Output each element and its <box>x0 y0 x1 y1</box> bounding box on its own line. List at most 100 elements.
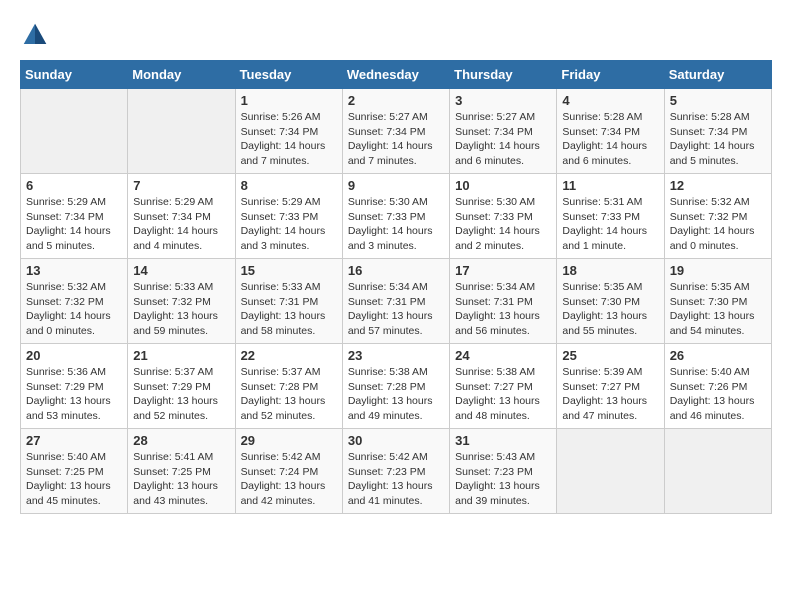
calendar-week-3: 13 Sunrise: 5:32 AM Sunset: 7:32 PM Dayli… <box>21 259 772 344</box>
table-row: 10 Sunrise: 5:30 AM Sunset: 7:33 PM Dayli… <box>450 174 557 259</box>
day-number: 18 <box>562 263 658 278</box>
day-content: Sunrise: 5:36 AM Sunset: 7:29 PM Dayligh… <box>26 365 122 424</box>
table-row: 13 Sunrise: 5:32 AM Sunset: 7:32 PM Dayli… <box>21 259 128 344</box>
page-header <box>20 20 772 50</box>
col-tuesday: Tuesday <box>235 61 342 89</box>
col-sunday: Sunday <box>21 61 128 89</box>
day-content: Sunrise: 5:39 AM Sunset: 7:27 PM Dayligh… <box>562 365 658 424</box>
day-number: 16 <box>348 263 444 278</box>
calendar-header: Sunday Monday Tuesday Wednesday Thursday… <box>21 61 772 89</box>
day-content: Sunrise: 5:32 AM Sunset: 7:32 PM Dayligh… <box>670 195 766 254</box>
day-number: 19 <box>670 263 766 278</box>
day-number: 29 <box>241 433 337 448</box>
day-number: 24 <box>455 348 551 363</box>
day-number: 25 <box>562 348 658 363</box>
col-thursday: Thursday <box>450 61 557 89</box>
table-row: 19 Sunrise: 5:35 AM Sunset: 7:30 PM Dayli… <box>664 259 771 344</box>
table-row <box>128 89 235 174</box>
table-row: 24 Sunrise: 5:38 AM Sunset: 7:27 PM Dayli… <box>450 344 557 429</box>
table-row: 11Sunrise: 5:31 AM Sunset: 7:33 PM Dayli… <box>557 174 664 259</box>
day-content: Sunrise: 5:38 AM Sunset: 7:27 PM Dayligh… <box>455 365 551 424</box>
calendar-week-2: 6 Sunrise: 5:29 AM Sunset: 7:34 PM Daylig… <box>21 174 772 259</box>
table-row: 30 Sunrise: 5:42 AM Sunset: 7:23 PM Dayli… <box>342 429 449 514</box>
day-content: Sunrise: 5:30 AM Sunset: 7:33 PM Dayligh… <box>348 195 444 254</box>
day-number: 22 <box>241 348 337 363</box>
day-content: Sunrise: 5:40 AM Sunset: 7:25 PM Dayligh… <box>26 450 122 509</box>
day-content: Sunrise: 5:32 AM Sunset: 7:32 PM Dayligh… <box>26 280 122 339</box>
calendar-week-1: 1 Sunrise: 5:26 AM Sunset: 7:34 PM Daylig… <box>21 89 772 174</box>
day-number: 15 <box>241 263 337 278</box>
day-content: Sunrise: 5:34 AM Sunset: 7:31 PM Dayligh… <box>348 280 444 339</box>
table-row: 3Sunrise: 5:27 AM Sunset: 7:34 PM Daylig… <box>450 89 557 174</box>
day-content: Sunrise: 5:43 AM Sunset: 7:23 PM Dayligh… <box>455 450 551 509</box>
day-content: Sunrise: 5:35 AM Sunset: 7:30 PM Dayligh… <box>670 280 766 339</box>
table-row: 21 Sunrise: 5:37 AM Sunset: 7:29 PM Dayli… <box>128 344 235 429</box>
day-content: Sunrise: 5:29 AM Sunset: 7:34 PM Dayligh… <box>26 195 122 254</box>
table-row: 28 Sunrise: 5:41 AM Sunset: 7:25 PM Dayli… <box>128 429 235 514</box>
day-number: 9 <box>348 178 444 193</box>
table-row: 15Sunrise: 5:33 AM Sunset: 7:31 PM Dayli… <box>235 259 342 344</box>
day-number: 27 <box>26 433 122 448</box>
table-row <box>557 429 664 514</box>
table-row: 4 Sunrise: 5:28 AM Sunset: 7:34 PM Daylig… <box>557 89 664 174</box>
day-content: Sunrise: 5:35 AM Sunset: 7:30 PM Dayligh… <box>562 280 658 339</box>
table-row: 26Sunrise: 5:40 AM Sunset: 7:26 PM Dayli… <box>664 344 771 429</box>
table-row: 12 Sunrise: 5:32 AM Sunset: 7:32 PM Dayli… <box>664 174 771 259</box>
day-content: Sunrise: 5:38 AM Sunset: 7:28 PM Dayligh… <box>348 365 444 424</box>
table-row: 23 Sunrise: 5:38 AM Sunset: 7:28 PM Dayli… <box>342 344 449 429</box>
day-content: Sunrise: 5:37 AM Sunset: 7:28 PM Dayligh… <box>241 365 337 424</box>
day-content: Sunrise: 5:41 AM Sunset: 7:25 PM Dayligh… <box>133 450 229 509</box>
calendar-week-5: 27 Sunrise: 5:40 AM Sunset: 7:25 PM Dayli… <box>21 429 772 514</box>
logo <box>20 20 56 50</box>
day-content: Sunrise: 5:34 AM Sunset: 7:31 PM Dayligh… <box>455 280 551 339</box>
calendar-week-4: 20 Sunrise: 5:36 AM Sunset: 7:29 PM Dayli… <box>21 344 772 429</box>
day-number: 10 <box>455 178 551 193</box>
table-row: 8Sunrise: 5:29 AM Sunset: 7:33 PM Daylig… <box>235 174 342 259</box>
table-row <box>664 429 771 514</box>
day-content: Sunrise: 5:31 AM Sunset: 7:33 PM Dayligh… <box>562 195 658 254</box>
day-number: 17 <box>455 263 551 278</box>
day-content: Sunrise: 5:27 AM Sunset: 7:34 PM Dayligh… <box>348 110 444 169</box>
table-row: 18 Sunrise: 5:35 AM Sunset: 7:30 PM Dayli… <box>557 259 664 344</box>
day-number: 31 <box>455 433 551 448</box>
table-row <box>21 89 128 174</box>
table-row: 2Sunrise: 5:27 AM Sunset: 7:34 PM Daylig… <box>342 89 449 174</box>
day-content: Sunrise: 5:29 AM Sunset: 7:33 PM Dayligh… <box>241 195 337 254</box>
day-content: Sunrise: 5:28 AM Sunset: 7:34 PM Dayligh… <box>562 110 658 169</box>
col-monday: Monday <box>128 61 235 89</box>
day-number: 1 <box>241 93 337 108</box>
day-number: 4 <box>562 93 658 108</box>
day-number: 6 <box>26 178 122 193</box>
table-row: 16 Sunrise: 5:34 AM Sunset: 7:31 PM Dayli… <box>342 259 449 344</box>
day-number: 7 <box>133 178 229 193</box>
day-content: Sunrise: 5:37 AM Sunset: 7:29 PM Dayligh… <box>133 365 229 424</box>
day-content: Sunrise: 5:26 AM Sunset: 7:34 PM Dayligh… <box>241 110 337 169</box>
col-friday: Friday <box>557 61 664 89</box>
day-number: 5 <box>670 93 766 108</box>
day-number: 28 <box>133 433 229 448</box>
day-number: 30 <box>348 433 444 448</box>
day-number: 21 <box>133 348 229 363</box>
day-number: 23 <box>348 348 444 363</box>
day-number: 13 <box>26 263 122 278</box>
day-content: Sunrise: 5:42 AM Sunset: 7:23 PM Dayligh… <box>348 450 444 509</box>
table-row: 9 Sunrise: 5:30 AM Sunset: 7:33 PM Daylig… <box>342 174 449 259</box>
day-number: 20 <box>26 348 122 363</box>
day-content: Sunrise: 5:29 AM Sunset: 7:34 PM Dayligh… <box>133 195 229 254</box>
day-content: Sunrise: 5:27 AM Sunset: 7:34 PM Dayligh… <box>455 110 551 169</box>
calendar: Sunday Monday Tuesday Wednesday Thursday… <box>20 60 772 514</box>
table-row: 5 Sunrise: 5:28 AM Sunset: 7:34 PM Daylig… <box>664 89 771 174</box>
day-content: Sunrise: 5:28 AM Sunset: 7:34 PM Dayligh… <box>670 110 766 169</box>
table-row: 31 Sunrise: 5:43 AM Sunset: 7:23 PM Dayli… <box>450 429 557 514</box>
header-row: Sunday Monday Tuesday Wednesday Thursday… <box>21 61 772 89</box>
day-content: Sunrise: 5:30 AM Sunset: 7:33 PM Dayligh… <box>455 195 551 254</box>
day-number: 14 <box>133 263 229 278</box>
table-row: 20 Sunrise: 5:36 AM Sunset: 7:29 PM Dayli… <box>21 344 128 429</box>
col-saturday: Saturday <box>664 61 771 89</box>
table-row: 7 Sunrise: 5:29 AM Sunset: 7:34 PM Daylig… <box>128 174 235 259</box>
table-row: 14Sunrise: 5:33 AM Sunset: 7:32 PM Dayli… <box>128 259 235 344</box>
day-content: Sunrise: 5:40 AM Sunset: 7:26 PM Dayligh… <box>670 365 766 424</box>
calendar-body: 1 Sunrise: 5:26 AM Sunset: 7:34 PM Daylig… <box>21 89 772 514</box>
table-row: 22 Sunrise: 5:37 AM Sunset: 7:28 PM Dayli… <box>235 344 342 429</box>
day-number: 12 <box>670 178 766 193</box>
